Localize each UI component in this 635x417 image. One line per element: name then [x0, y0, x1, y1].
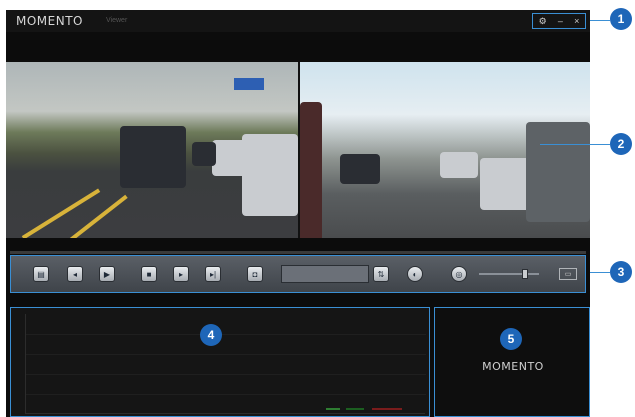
snapshot-icon[interactable]: ◘	[247, 266, 263, 282]
close-button[interactable]: ×	[574, 16, 579, 26]
callout-4: 4	[200, 324, 222, 346]
grid-line	[26, 354, 426, 355]
stop-icon[interactable]: ■	[141, 266, 157, 282]
callout-leader	[540, 144, 610, 145]
vehicle-pillar	[300, 102, 322, 238]
callout-2: 2	[610, 133, 632, 155]
next-icon[interactable]: ▸|	[205, 266, 221, 282]
title-bar: MOMENTO Viewer ⚙ – ×	[6, 10, 590, 32]
grid-line	[26, 334, 426, 335]
graph-grid	[25, 314, 426, 414]
car	[340, 154, 380, 184]
front-camera-view[interactable]	[6, 62, 298, 238]
graph-segment-green	[346, 408, 364, 410]
callout-3: 3	[610, 261, 632, 283]
playback-toolbar: ▤ ◂ ▶ ■ ▸ ▸| ◘ ⇅ ◐ ◎ ▭	[10, 255, 586, 293]
lane-line	[21, 188, 101, 238]
callout-1: 1	[610, 8, 632, 30]
car	[242, 134, 298, 216]
car	[192, 142, 216, 166]
volume-knob[interactable]	[522, 269, 528, 279]
gsensor-graph-panel[interactable]	[10, 307, 430, 417]
app-window: MOMENTO Viewer ⚙ – × ▤ ◂ ▶ ■ ▸ ▸| ◘ ⇅ ◐ …	[6, 10, 590, 417]
map-icon[interactable]: ◎	[451, 266, 467, 282]
map-panel[interactable]: MOMENTO	[434, 307, 590, 417]
callout-leader	[590, 20, 610, 21]
playback-progress-bar[interactable]	[10, 251, 586, 254]
grid-line	[26, 394, 426, 395]
time-display	[281, 265, 369, 283]
lane-line	[54, 194, 128, 238]
car	[526, 122, 590, 222]
folder-icon[interactable]: ▤	[33, 266, 49, 282]
previous-icon[interactable]: ◂	[67, 266, 83, 282]
panel-logo: MOMENTO	[482, 360, 544, 373]
volume-track	[479, 273, 539, 275]
road-sign	[234, 78, 264, 90]
graph-segment-red	[372, 408, 402, 410]
gear-icon[interactable]: ⚙	[539, 16, 547, 26]
rear-camera-view[interactable]	[300, 62, 590, 238]
car	[440, 152, 478, 178]
grid-line	[26, 374, 426, 375]
graph-segment-green	[326, 408, 340, 410]
brightness-icon[interactable]: ◐	[407, 266, 423, 282]
minimize-button[interactable]: –	[558, 16, 563, 26]
app-logo: MOMENTO	[16, 14, 83, 28]
window-controls: ⚙ – ×	[532, 13, 586, 29]
fullscreen-button[interactable]: ▭	[559, 268, 577, 280]
callout-5: 5	[500, 328, 522, 350]
step-forward-icon[interactable]: ▸	[173, 266, 189, 282]
volume-slider[interactable]	[479, 269, 539, 279]
flip-icon[interactable]: ⇅	[373, 266, 389, 282]
callout-leader	[590, 272, 610, 273]
play-icon[interactable]: ▶	[99, 266, 115, 282]
car	[120, 126, 186, 188]
app-subtitle: Viewer	[106, 17, 128, 24]
